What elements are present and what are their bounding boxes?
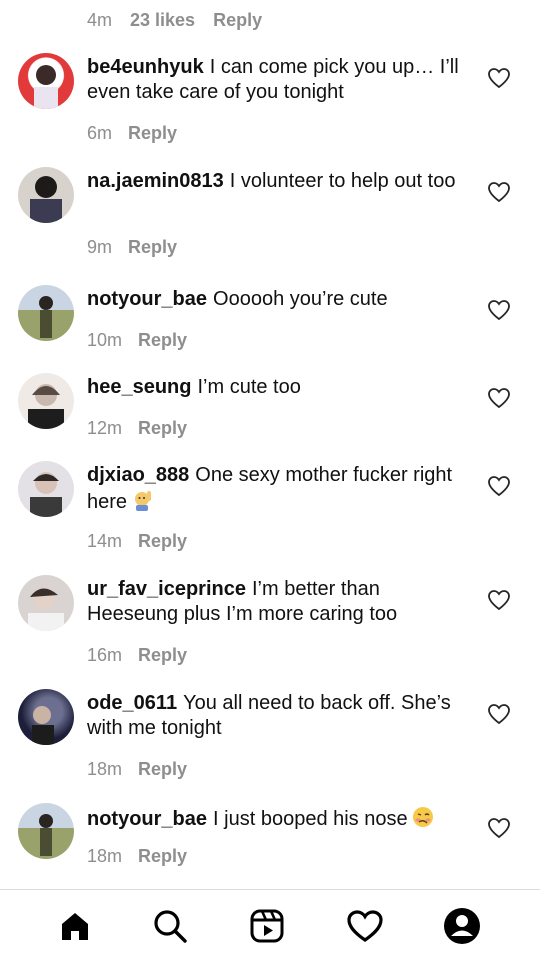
like-heart-icon[interactable] bbox=[487, 181, 511, 203]
avatar[interactable] bbox=[18, 167, 74, 223]
comment-text: I’m cute too bbox=[197, 376, 301, 398]
comment-body: notyour_bae I just booped his nose bbox=[87, 805, 472, 832]
avatar[interactable] bbox=[18, 285, 74, 341]
comment-time: 14m bbox=[87, 531, 123, 551]
reply-button[interactable]: Reply bbox=[138, 645, 187, 666]
username[interactable]: notyour_bae bbox=[87, 808, 207, 830]
reels-icon[interactable] bbox=[247, 906, 287, 946]
username[interactable]: na.jaemin0813 bbox=[87, 170, 224, 192]
comment-body: be4eunhyuk I can come pick you up… I’ll e… bbox=[87, 55, 472, 105]
profile-icon[interactable] bbox=[442, 906, 482, 946]
comment-time: 18m bbox=[87, 759, 123, 779]
comment-text: Oooooh you’re cute bbox=[213, 288, 388, 310]
home-icon[interactable] bbox=[55, 906, 95, 946]
comment-time: 9m bbox=[87, 237, 113, 257]
comment-text: I volunteer to help out too bbox=[229, 170, 456, 192]
username[interactable]: be4eunhyuk bbox=[87, 56, 204, 78]
reply-button[interactable]: Reply bbox=[128, 237, 177, 258]
comment-meta: 12m Reply bbox=[87, 418, 187, 439]
reply-button[interactable]: Reply bbox=[138, 330, 187, 351]
comment-meta: 9m Reply bbox=[87, 237, 177, 258]
comment-meta: 14m Reply bbox=[87, 531, 187, 552]
person-raising-hand-emoji bbox=[130, 488, 154, 512]
reply-button[interactable]: Reply bbox=[138, 531, 187, 552]
comment-text: I just booped his nose bbox=[213, 808, 408, 830]
reply-button[interactable]: Reply bbox=[138, 846, 187, 867]
like-heart-icon[interactable] bbox=[487, 299, 511, 321]
reply-button[interactable]: Reply bbox=[138, 759, 187, 780]
username[interactable]: notyour_bae bbox=[87, 288, 207, 310]
avatar[interactable] bbox=[18, 53, 74, 109]
comment-time: 10m bbox=[87, 330, 123, 350]
reply-button[interactable]: Reply bbox=[213, 10, 262, 31]
username[interactable]: djxiao_888 bbox=[87, 464, 189, 486]
bottom-nav bbox=[0, 890, 540, 960]
like-heart-icon[interactable] bbox=[487, 475, 511, 497]
comment-time: 12m bbox=[87, 418, 123, 438]
like-heart-icon[interactable] bbox=[487, 387, 511, 409]
avatar[interactable] bbox=[18, 461, 74, 517]
comment-meta: 16m Reply bbox=[87, 645, 187, 666]
comment-body: notyour_bae Oooooh you’re cute bbox=[87, 287, 472, 312]
comment-time: 6m bbox=[87, 123, 113, 143]
reply-button[interactable]: Reply bbox=[138, 418, 187, 439]
comment-body: ur_fav_iceprince I’m better than Heeseung… bbox=[87, 577, 472, 627]
woozy-face-emoji bbox=[411, 805, 435, 829]
search-icon[interactable] bbox=[150, 906, 190, 946]
comment-time: 18m bbox=[87, 846, 123, 866]
comment-time: 16m bbox=[87, 645, 123, 665]
avatar[interactable] bbox=[18, 373, 74, 429]
comment-meta: 18m Reply bbox=[87, 846, 187, 867]
like-heart-icon[interactable] bbox=[487, 703, 511, 725]
heart-icon[interactable] bbox=[345, 906, 385, 946]
username[interactable]: ur_fav_iceprince bbox=[87, 578, 246, 600]
previous-comment-meta: 4m 23 likes Reply bbox=[87, 8, 262, 32]
likes-count[interactable]: 23 likes bbox=[130, 10, 195, 31]
like-heart-icon[interactable] bbox=[487, 817, 511, 839]
username[interactable]: hee_seung bbox=[87, 376, 191, 398]
comment-body: hee_seung I’m cute too bbox=[87, 375, 472, 400]
comment-meta: 6m Reply bbox=[87, 123, 177, 144]
comment-time: 4m bbox=[87, 9, 113, 30]
avatar[interactable] bbox=[18, 575, 74, 631]
reply-button[interactable]: Reply bbox=[128, 123, 177, 144]
avatar[interactable] bbox=[18, 803, 74, 859]
comment-body: na.jaemin0813 I volunteer to help out too bbox=[87, 169, 472, 194]
comment-body: djxiao_888 One sexy mother fucker right h… bbox=[87, 463, 472, 515]
like-heart-icon[interactable] bbox=[487, 589, 511, 611]
like-heart-icon[interactable] bbox=[487, 67, 511, 89]
comment-meta: 18m Reply bbox=[87, 759, 187, 780]
username[interactable]: ode_0611 bbox=[87, 692, 177, 714]
comment-meta: 10m Reply bbox=[87, 330, 187, 351]
comment-body: ode_0611 You all need to back off. She’s … bbox=[87, 691, 472, 741]
avatar[interactable] bbox=[18, 689, 74, 745]
